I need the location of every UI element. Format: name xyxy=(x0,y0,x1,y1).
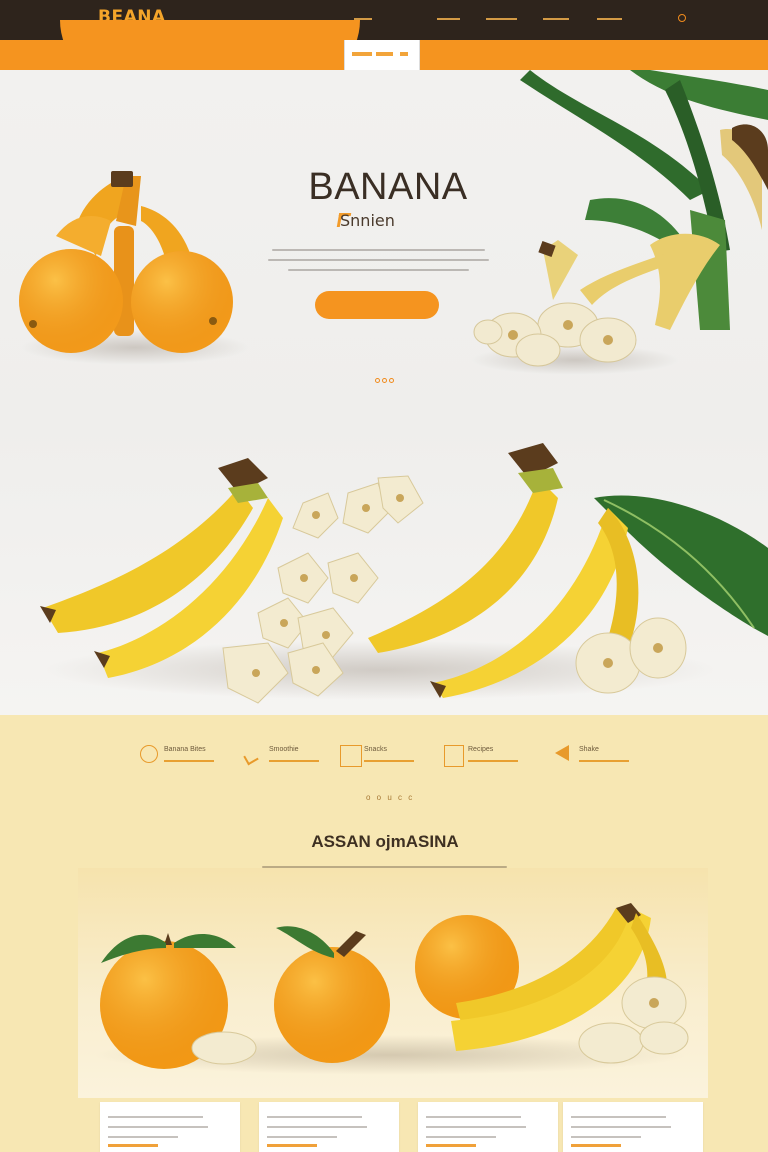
feature-item[interactable]: Banana Bites xyxy=(140,743,230,773)
product-card[interactable] xyxy=(100,1102,240,1152)
target-icon xyxy=(140,745,158,763)
feature-underline xyxy=(164,760,214,762)
product-card[interactable] xyxy=(563,1102,703,1152)
feature-item[interactable]: Recipes xyxy=(444,743,534,773)
box-icon xyxy=(340,745,362,767)
search-icon[interactable] xyxy=(678,14,686,22)
card-link[interactable] xyxy=(108,1144,158,1147)
feature-underline xyxy=(579,760,629,762)
nav-item-contact[interactable] xyxy=(597,13,622,25)
banana-leaf-icon xyxy=(243,750,259,766)
section-pager[interactable]: o o u c c xyxy=(366,793,414,802)
banana-slices-illustration xyxy=(473,240,637,367)
card-link[interactable] xyxy=(426,1144,476,1147)
feature-underline xyxy=(269,760,319,762)
card-link[interactable] xyxy=(571,1144,621,1147)
feature-item[interactable]: Snacks xyxy=(340,743,430,773)
product-card[interactable] xyxy=(259,1102,399,1152)
hero-subtitle: Snnien xyxy=(340,211,395,230)
feature-item[interactable]: Smoothie xyxy=(243,743,335,773)
feature-underline xyxy=(468,760,518,762)
nav-item-products[interactable] xyxy=(486,13,517,25)
slider-dot[interactable] xyxy=(389,378,394,383)
feature-underline xyxy=(364,760,414,762)
subnav-tab[interactable] xyxy=(344,40,420,70)
slider-dot[interactable] xyxy=(382,378,387,383)
feature-item[interactable]: Shake xyxy=(555,743,645,773)
feature-label: Smoothie xyxy=(269,746,299,753)
banana-bunches-illustration xyxy=(40,443,687,704)
section-title: ASSAN ojmASINA xyxy=(311,832,459,851)
nav-item-about[interactable] xyxy=(437,13,460,25)
document-icon xyxy=(444,745,464,767)
card-link[interactable] xyxy=(267,1144,317,1147)
hero-cta-button[interactable] xyxy=(315,291,439,319)
slider-dot[interactable] xyxy=(375,378,380,383)
feature-label: Shake xyxy=(579,746,599,753)
feature-label: Recipes xyxy=(468,746,494,753)
slider-pagination[interactable] xyxy=(375,370,396,388)
gallery-fruits-illustration xyxy=(100,903,689,1069)
hero-title: BANANA xyxy=(308,166,468,208)
feature-label: Banana Bites xyxy=(164,746,206,753)
arrow-left-icon xyxy=(555,745,569,761)
nav-item-recipes[interactable] xyxy=(543,13,569,25)
feature-label: Snacks xyxy=(364,746,387,753)
product-card[interactable] xyxy=(418,1102,558,1152)
